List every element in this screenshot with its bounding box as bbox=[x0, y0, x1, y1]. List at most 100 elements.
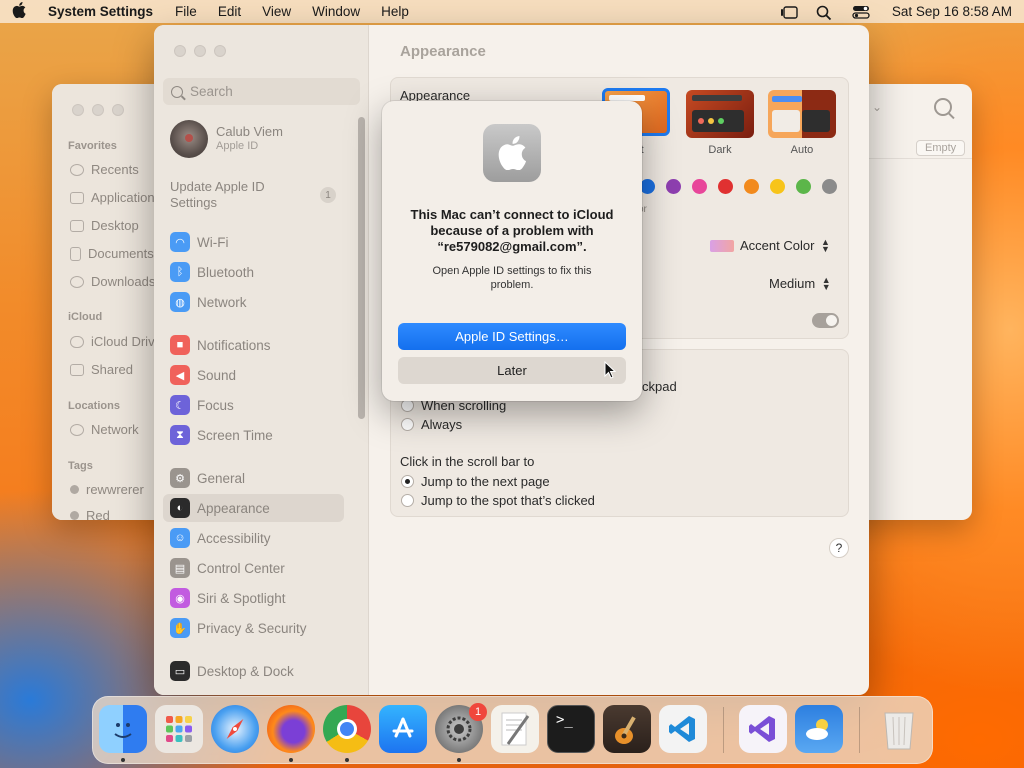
terminal-icon[interactable]: >_ bbox=[547, 705, 595, 753]
sidebar-item-network[interactable]: ◍ Network bbox=[170, 291, 247, 313]
finder-item-downloads[interactable]: Downloads bbox=[70, 274, 155, 289]
later-button[interactable]: Later bbox=[398, 357, 626, 384]
sidebar-item-wifi[interactable]: ◠ Wi-Fi bbox=[170, 231, 228, 253]
sidebar-item-screen-time[interactable]: ⧗ Screen Time bbox=[170, 424, 273, 446]
search-icon[interactable] bbox=[934, 98, 952, 116]
control-center-icon[interactable] bbox=[852, 5, 870, 19]
finder-item-network[interactable]: Network bbox=[70, 422, 139, 437]
close-button[interactable] bbox=[72, 104, 84, 116]
launchpad-icon[interactable] bbox=[155, 705, 203, 753]
avatar[interactable] bbox=[170, 120, 208, 158]
radio-always[interactable]: Always bbox=[401, 417, 462, 432]
zoom-button[interactable] bbox=[112, 104, 124, 116]
sidebar-item-privacy-security[interactable]: ✋ Privacy & Security bbox=[170, 617, 307, 639]
apple-menu-icon[interactable] bbox=[12, 1, 28, 22]
highlight-color-popup[interactable]: Accent Color ▲ ▼ bbox=[710, 236, 830, 254]
account-name[interactable]: Calub Viem bbox=[216, 124, 283, 139]
sidebar-item-notifications[interactable]: ■ Notifications bbox=[170, 334, 271, 356]
sidebar-item-label: General bbox=[197, 470, 246, 486]
weather-icon[interactable] bbox=[795, 705, 843, 753]
radio-label: Jump to the next page bbox=[421, 474, 550, 489]
dock-separator bbox=[859, 707, 860, 753]
firefox-icon[interactable] bbox=[267, 705, 315, 753]
chrome-icon[interactable] bbox=[323, 705, 371, 753]
sidebar-item-label: Notifications bbox=[197, 337, 271, 353]
sidebar-item-accessibility[interactable]: ☺ Accessibility bbox=[170, 527, 271, 549]
sidebar-item-desktop-dock[interactable]: ▭ Desktop & Dock bbox=[170, 660, 294, 682]
update-badge: 1 bbox=[320, 187, 336, 203]
finder-section-favorites: Favorites bbox=[68, 140, 117, 152]
sidebar-item-general[interactable]: ⚙ General bbox=[170, 467, 245, 489]
textedit-icon[interactable] bbox=[491, 705, 539, 753]
sidebar-item-control-center[interactable]: ▤ Control Center bbox=[170, 557, 285, 579]
chevron-down-icon[interactable]: ⌄ bbox=[872, 100, 882, 114]
accent-swatch-orange[interactable] bbox=[744, 179, 759, 194]
sidebar-item-bluetooth[interactable]: ᛒ Bluetooth bbox=[170, 261, 254, 283]
radio-button[interactable] bbox=[401, 494, 414, 507]
help-button[interactable]: ? bbox=[829, 538, 849, 558]
menu-edit[interactable]: Edit bbox=[218, 4, 241, 19]
update-apple-id-settings[interactable]: Update Apple ID Settings bbox=[170, 179, 310, 211]
accent-swatch-green[interactable] bbox=[796, 179, 811, 194]
sidebar-icon-size-popup[interactable]: Medium ▲ ▼ bbox=[769, 275, 831, 291]
sidebar-scrollbar[interactable] bbox=[358, 117, 365, 419]
radio-button[interactable] bbox=[401, 475, 414, 488]
speaker-icon: ◀ bbox=[170, 365, 190, 385]
sidebar-item-siri-spotlight[interactable]: ◉ Siri & Spotlight bbox=[170, 587, 286, 609]
appearance-auto-thumb[interactable] bbox=[768, 90, 836, 138]
finder-item-shared[interactable]: Shared bbox=[70, 362, 133, 377]
finder-icon[interactable] bbox=[99, 705, 147, 753]
search-placeholder: Search bbox=[190, 84, 233, 99]
app-store-icon[interactable] bbox=[379, 705, 427, 753]
accent-swatch-purple[interactable] bbox=[666, 179, 681, 194]
safari-icon[interactable] bbox=[211, 705, 259, 753]
accent-swatch-graphite[interactable] bbox=[822, 179, 837, 194]
spotlight-search-icon[interactable] bbox=[816, 5, 834, 20]
chevron-updown-icon: ▲ ▼ bbox=[820, 236, 830, 254]
gear-icon: ⚙ bbox=[170, 468, 190, 488]
finder-item-documents[interactable]: Documents bbox=[70, 246, 154, 261]
zoom-button[interactable] bbox=[214, 45, 226, 57]
finder-item-label: Downloads bbox=[91, 274, 156, 289]
vscode-icon[interactable] bbox=[659, 705, 707, 753]
appearance-icon: ◐ bbox=[170, 498, 190, 518]
menu-clock[interactable]: Sat Sep 16 8:58 AM bbox=[892, 4, 1012, 19]
finder-tag-rewwrerer[interactable]: rewwrerer bbox=[70, 482, 144, 497]
control-center-icon: ▤ bbox=[170, 558, 190, 578]
accent-swatch-red[interactable] bbox=[718, 179, 733, 194]
accent-swatch-blue[interactable] bbox=[640, 179, 655, 194]
finder-item-applications[interactable]: Applications bbox=[70, 190, 161, 205]
menu-help[interactable]: Help bbox=[381, 4, 409, 19]
apple-id-settings-button[interactable]: Apple ID Settings… bbox=[398, 323, 626, 350]
radio-jump-spot-clicked[interactable]: Jump to the spot that’s clicked bbox=[401, 493, 595, 508]
menu-view[interactable]: View bbox=[262, 4, 291, 19]
minimize-button[interactable] bbox=[194, 45, 206, 57]
finder-tag-red[interactable]: Red bbox=[70, 508, 110, 520]
sidebar-item-appearance[interactable]: ◐ Appearance bbox=[163, 494, 344, 522]
finder-item-desktop[interactable]: Desktop bbox=[70, 218, 139, 233]
menu-bar: System Settings File Edit View Window He… bbox=[0, 0, 1024, 23]
wallpaper-tinting-toggle[interactable] bbox=[812, 313, 839, 328]
radio-button[interactable] bbox=[401, 418, 414, 431]
accent-swatch-yellow[interactable] bbox=[770, 179, 785, 194]
minimize-button[interactable] bbox=[92, 104, 104, 116]
menu-file[interactable]: File bbox=[175, 4, 197, 19]
appearance-dark-thumb[interactable] bbox=[686, 90, 754, 138]
sidebar-item-focus[interactable]: ☾ Focus bbox=[170, 394, 234, 416]
menu-window[interactable]: Window bbox=[312, 4, 360, 19]
trash-icon[interactable] bbox=[875, 705, 923, 753]
finder-section-icloud: iCloud bbox=[68, 311, 103, 323]
sidebar-item-sound[interactable]: ◀ Sound bbox=[170, 364, 236, 386]
app-menu[interactable]: System Settings bbox=[48, 4, 153, 19]
search-input[interactable]: Search bbox=[163, 78, 360, 105]
garageband-icon[interactable] bbox=[603, 705, 651, 753]
notifications-icon: ■ bbox=[170, 335, 190, 355]
visual-studio-icon[interactable] bbox=[739, 705, 787, 753]
finder-item-label: Applications bbox=[91, 190, 162, 205]
radio-jump-next-page[interactable]: Jump to the next page bbox=[401, 474, 550, 489]
finder-item-icloud-drive[interactable]: iCloud Drive bbox=[70, 334, 162, 349]
stage-manager-icon[interactable] bbox=[780, 5, 798, 19]
close-button[interactable] bbox=[174, 45, 186, 57]
finder-item-recents[interactable]: Recents bbox=[70, 162, 139, 177]
accent-swatch-pink[interactable] bbox=[692, 179, 707, 194]
